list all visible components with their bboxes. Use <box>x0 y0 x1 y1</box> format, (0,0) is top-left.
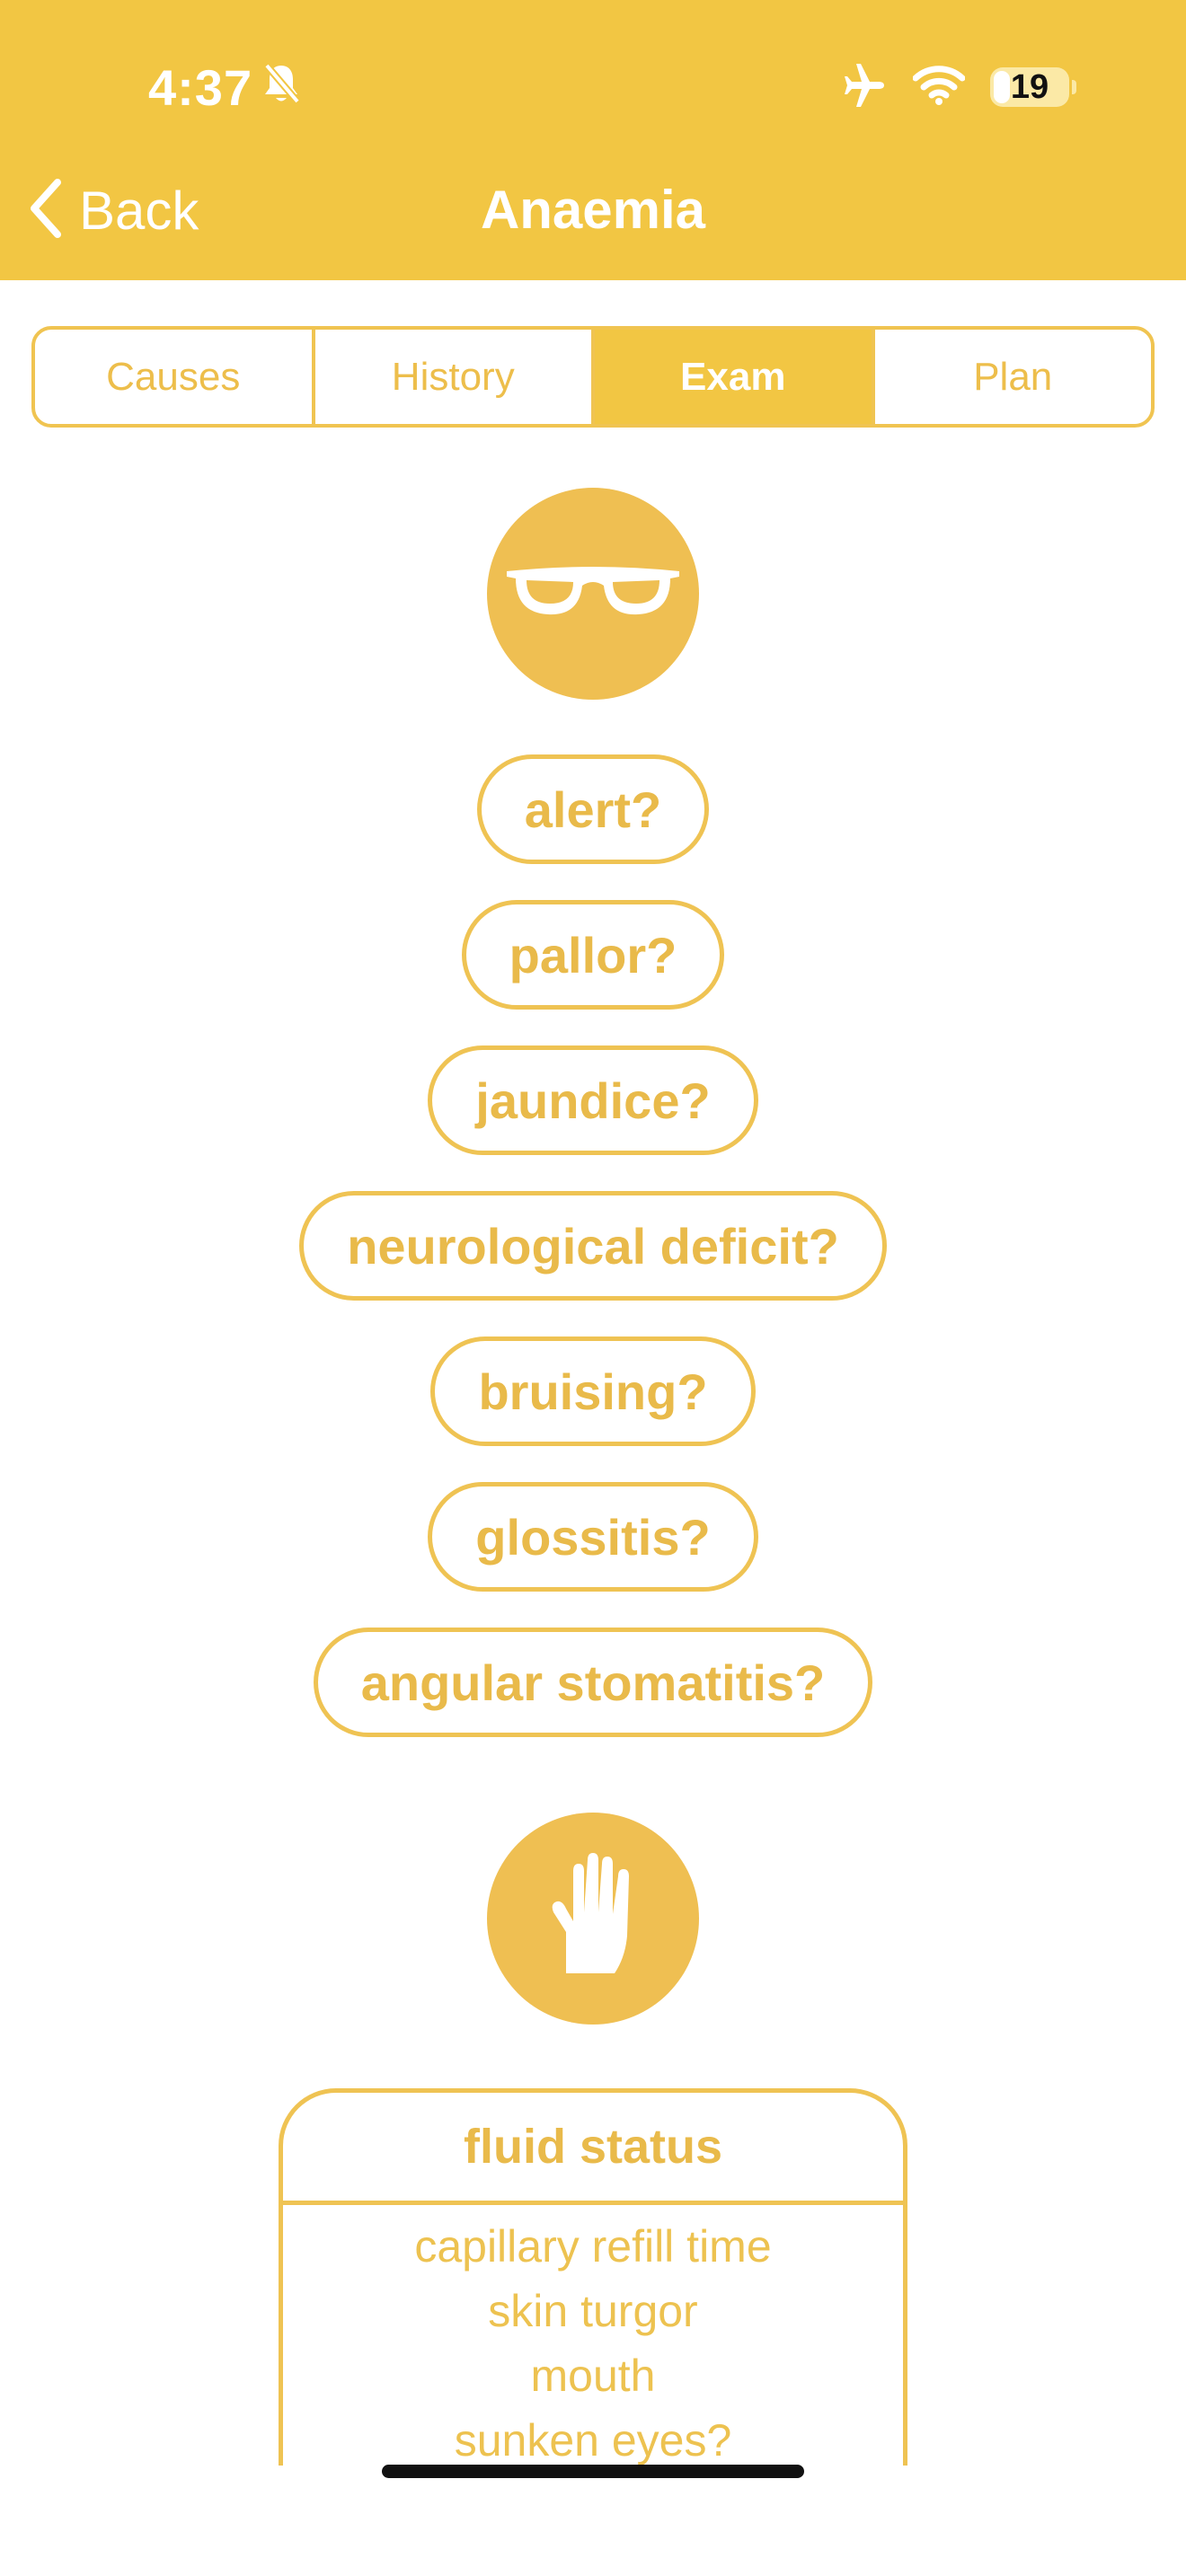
wifi-icon <box>912 65 966 110</box>
general-inspection-badge <box>487 488 699 700</box>
page-title: Anaemia <box>480 180 706 240</box>
pill-jaundice[interactable]: jaundice? <box>428 1045 758 1155</box>
hand-icon <box>539 1849 647 1989</box>
tab-history[interactable]: History <box>315 330 595 424</box>
pill-angular-stomatitis[interactable]: angular stomatitis? <box>313 1628 873 1737</box>
card-item: sunken eyes? <box>454 2415 732 2466</box>
pill-alert[interactable]: alert? <box>476 754 710 864</box>
airplane-icon <box>841 63 888 111</box>
status-icons: 19 <box>841 56 1076 119</box>
card-item: skin turgor <box>488 2286 698 2336</box>
header: 4:37 19 Back Anaemia <box>0 0 1186 280</box>
section-tabs: Causes History Exam Plan <box>31 326 1155 428</box>
home-indicator[interactable] <box>382 2465 804 2478</box>
card-item: capillary refill time <box>414 2221 772 2272</box>
card-title: fluid status <box>283 2093 903 2205</box>
status-time: 4:37 <box>148 58 253 116</box>
glasses-icon <box>503 560 683 628</box>
fluid-status-card[interactable]: fluid status capillary refill time skin … <box>279 2088 907 2466</box>
tab-plan[interactable]: Plan <box>875 330 1152 424</box>
pill-bruising[interactable]: bruising? <box>430 1337 756 1446</box>
card-item: mouth <box>530 2351 656 2401</box>
tab-causes[interactable]: Causes <box>35 330 315 424</box>
battery-icon: 19 <box>990 67 1076 107</box>
bell-slash-icon <box>261 58 301 117</box>
status-time-group: 4:37 <box>148 56 301 119</box>
pill-glossitis[interactable]: glossitis? <box>428 1482 758 1592</box>
hands-exam-badge <box>487 1813 699 2025</box>
general-exam-list: alert? pallor? jaundice? neurological de… <box>0 754 1186 1737</box>
battery-level: 19 <box>1010 67 1049 106</box>
pill-neurological-deficit[interactable]: neurological deficit? <box>299 1191 887 1301</box>
pill-pallor[interactable]: pallor? <box>461 900 725 1010</box>
tab-exam[interactable]: Exam <box>595 330 875 424</box>
